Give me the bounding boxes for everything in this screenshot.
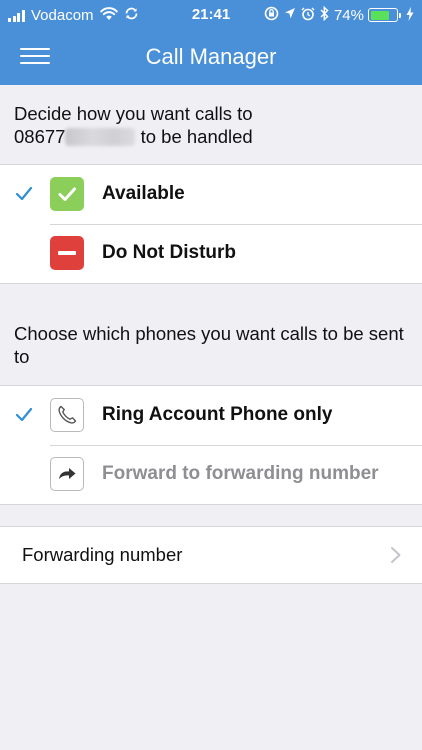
phone-options: Ring Account Phone only Forward to forwa…: [0, 385, 422, 505]
lock-rotation-icon: [264, 6, 279, 24]
phones-prompt: Choose which phones you want calls to be…: [14, 323, 404, 367]
minus-box-icon: [50, 236, 84, 270]
chevron-right-icon: [391, 547, 401, 563]
forward-arrow-icon: [50, 457, 84, 491]
status-bar-right: 74%: [264, 5, 414, 24]
location-icon: [284, 7, 296, 23]
option-label: Forward to forwarding number: [102, 463, 379, 484]
battery-percent: 74%: [333, 6, 364, 24]
selected-checkmark-icon: [15, 407, 33, 422]
blurred-number: [65, 128, 136, 146]
availability-options: Available Do Not Disturb: [0, 164, 422, 284]
forwarding-group: Forwarding number: [0, 526, 422, 584]
nav-bar: Call Manager: [0, 30, 422, 85]
availability-prompt-line1: Decide how you want calls to: [14, 103, 253, 124]
status-bar: Vodacom 21:41 74%: [0, 0, 422, 30]
option-label: Ring Account Phone only: [102, 404, 333, 425]
availability-prompt-line2: to be handled: [135, 126, 253, 147]
option-label: Available: [102, 183, 185, 204]
availability-prompt: Decide how you want calls to 08677 to be…: [14, 102, 409, 148]
forwarding-number-label: Forwarding number: [22, 544, 183, 565]
selected-checkmark-icon: [15, 186, 33, 201]
app-header: Vodacom 21:41 74% Call Manager: [0, 0, 422, 85]
option-forward[interactable]: Forward to forwarding number: [0, 445, 422, 504]
battery-level: [370, 10, 389, 20]
option-ring-account-phone[interactable]: Ring Account Phone only: [0, 386, 422, 445]
option-do-not-disturb[interactable]: Do Not Disturb: [0, 224, 422, 283]
charging-icon: [406, 6, 414, 24]
page-title: Call Manager: [145, 44, 277, 69]
bluetooth-icon: [320, 5, 329, 24]
option-label: Do Not Disturb: [102, 242, 237, 263]
phone-icon: [50, 398, 84, 432]
phone-number-visible: 08677: [14, 126, 66, 147]
checkmark-box-icon: [50, 177, 84, 211]
option-available[interactable]: Available: [0, 165, 422, 224]
battery-icon: [368, 8, 401, 22]
forwarding-number-row[interactable]: Forwarding number: [0, 527, 422, 583]
alarm-icon: [301, 6, 315, 24]
